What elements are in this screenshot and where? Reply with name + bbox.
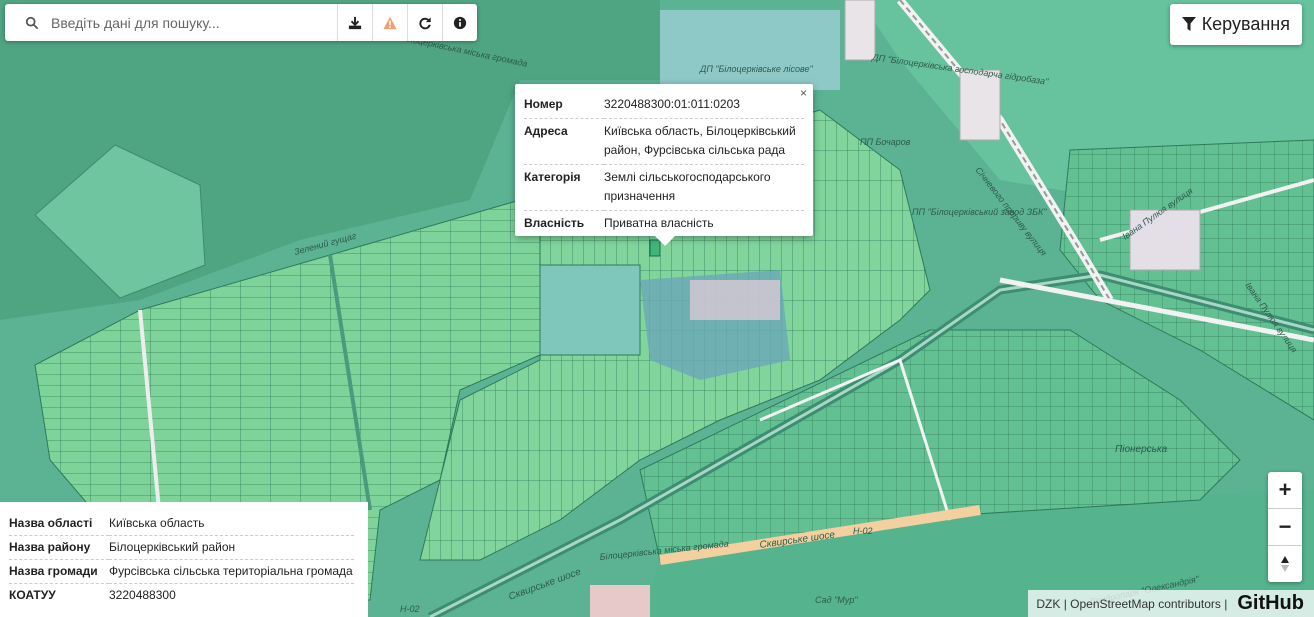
map-label-h02-2: Н-02: [853, 526, 873, 536]
popup-key: Власність: [524, 216, 585, 230]
popup-value: Приватна власність: [604, 216, 714, 230]
water-body: [660, 10, 840, 90]
github-link[interactable]: GitHub: [1237, 592, 1304, 615]
refresh-icon: [419, 16, 431, 29]
map-label-sad: Сад "Мур": [815, 595, 858, 605]
attribution-text[interactable]: DZK | OpenStreetMap contributors |: [1036, 597, 1227, 611]
info-key: Назва громади: [9, 559, 109, 584]
control-button-label: Керування: [1201, 14, 1290, 34]
zoom-out-button[interactable]: −: [1268, 509, 1302, 546]
info-value: Київська область: [109, 512, 354, 536]
info-value: Фурсівська сільська територіальна громад…: [109, 559, 354, 584]
table-row: Власність Приватна власність: [524, 211, 804, 238]
info-value: 3220488300: [109, 588, 176, 602]
zoom-in-button[interactable]: +: [1268, 472, 1302, 509]
info-button[interactable]: [442, 4, 477, 41]
parcel-popup: × Номер 3220488300:01:011:0203 Адреса Ки…: [515, 84, 813, 246]
popup-close-button[interactable]: ×: [800, 86, 807, 100]
search-input[interactable]: [49, 6, 337, 39]
popup-key: Категорія: [524, 164, 604, 211]
map-attribution: DZK | OpenStreetMap contributors | GitHu…: [1028, 590, 1314, 617]
popup-value: Землі сільськогосподарського призначення: [604, 164, 804, 211]
table-row: Назва громади Фурсівська сільська терито…: [9, 559, 354, 584]
table-row: Номер 3220488300:01:011:0203: [524, 92, 804, 119]
building: [959, 69, 1001, 141]
region-info-table: Назва області Київська область Назва рай…: [9, 512, 354, 607]
map-label-pp-bocharov: ПП Бочаров: [860, 137, 911, 147]
map-label-pionerska: Піонерська: [1115, 444, 1168, 455]
table-row: Категорія Землі сільськогосподарського п…: [524, 164, 804, 211]
popup-key: Адреса: [524, 118, 604, 165]
zoom-control: + −: [1268, 472, 1302, 582]
info-value: Білоцерківський район: [109, 535, 354, 560]
download-icon: [348, 16, 362, 29]
warning-icon: [383, 16, 397, 29]
download-button[interactable]: [337, 4, 372, 41]
building: [844, 0, 876, 61]
filter-icon: [1181, 17, 1196, 31]
region-info-panel: Назва області Київська область Назва рай…: [0, 502, 368, 617]
reset-bearing-button[interactable]: [1268, 546, 1302, 582]
pond: [539, 264, 641, 356]
popup-key: Номер: [524, 92, 604, 119]
control-button[interactable]: Керування: [1169, 4, 1302, 45]
map-label-dp-lisove: ДП "Білоцерківське лісове": [699, 64, 813, 74]
building: [690, 280, 780, 320]
info-key: КОАТУУ: [9, 588, 56, 602]
info-key: Назва району: [9, 535, 109, 560]
info-key: Назва області: [9, 512, 109, 536]
warning-button[interactable]: [372, 4, 407, 41]
map-label-h02-1: Н-02: [400, 604, 420, 614]
building: [590, 585, 650, 617]
parcel-info-table: Номер 3220488300:01:011:0203 Адреса Київ…: [524, 92, 804, 237]
table-row: Адреса Київська область, Білоцерківський…: [524, 118, 804, 165]
popup-value: 3220488300:01:011:0203: [604, 92, 804, 119]
search-icon: [25, 16, 39, 29]
map-label-zavod: ПП "Білоцерківський завод ЗБК": [912, 207, 1047, 217]
popup-value: Київська область, Білоцерківський район,…: [604, 118, 804, 165]
search-bar: [5, 4, 477, 41]
table-row: КОАТУУ 3220488300: [9, 584, 354, 608]
table-row: Назва області Київська область: [9, 512, 354, 536]
table-row: Назва району Білоцерківський район: [9, 535, 354, 560]
refresh-button[interactable]: [407, 4, 442, 41]
info-icon: [453, 16, 467, 29]
north-arrow-icon: [1281, 556, 1289, 572]
